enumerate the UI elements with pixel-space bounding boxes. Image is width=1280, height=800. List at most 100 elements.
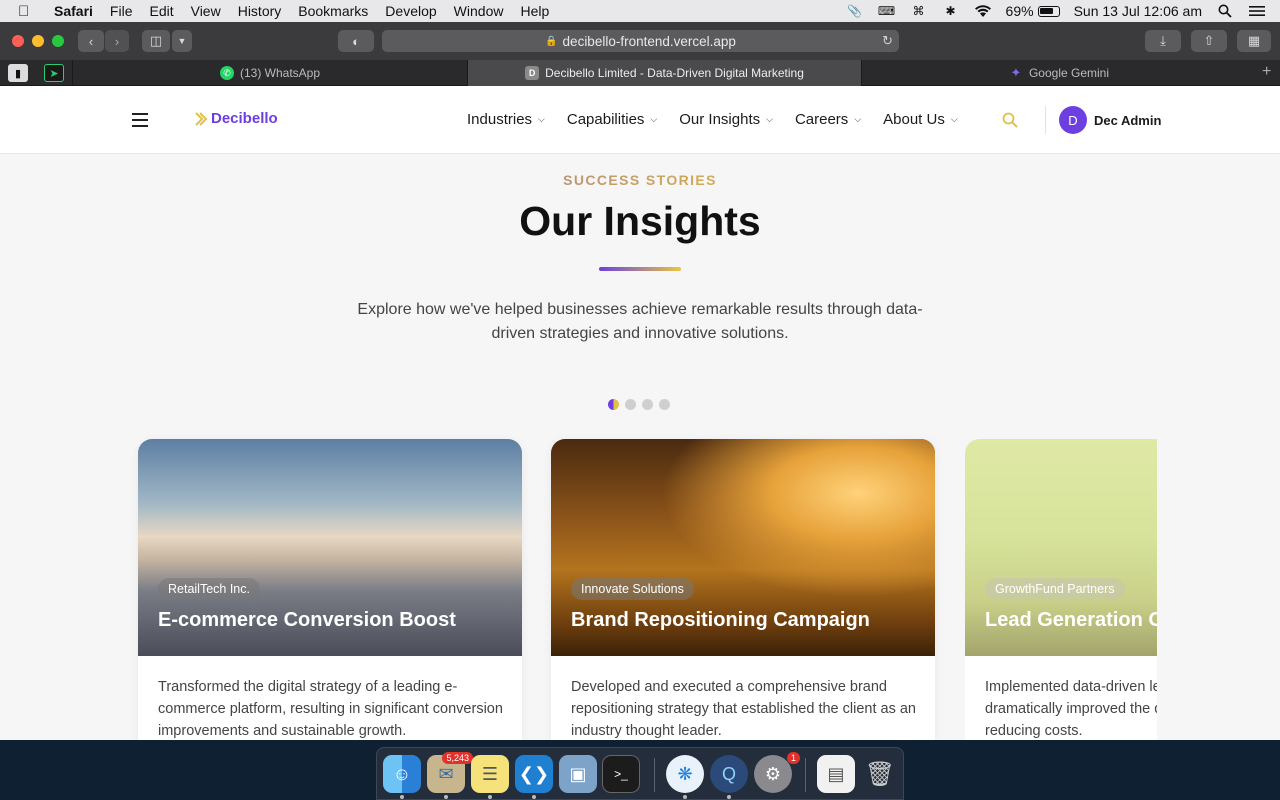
- carousel-dot-4[interactable]: [659, 399, 670, 410]
- command-icon[interactable]: ⌘: [910, 3, 928, 19]
- zoom-window-button[interactable]: [52, 35, 64, 47]
- menu-window[interactable]: Window: [454, 3, 504, 19]
- case-study-card[interactable]: Innovate Solutions Brand Repositioning C…: [551, 439, 935, 740]
- paperclip-icon[interactable]: 📎: [846, 3, 864, 19]
- reload-icon[interactable]: ↻: [882, 33, 893, 49]
- nav-label: Careers: [794, 111, 849, 128]
- tab-decibello[interactable]: D Decibello Limited - Data-Driven Digita…: [467, 60, 861, 86]
- carousel-pagination: [608, 399, 670, 410]
- gemini-icon: ✦: [1010, 65, 1022, 80]
- macos-menu-bar:  Safari File Edit View History Bookmark…: [0, 0, 1280, 22]
- tab-overview-icon[interactable]: ▦: [1237, 30, 1271, 52]
- pinned-tab-bolt-icon[interactable]: ➤: [44, 64, 64, 82]
- preview-icon[interactable]: ▣: [559, 755, 597, 793]
- tab-label: Google Gemini: [1028, 66, 1110, 80]
- card-client-tag: RetailTech Inc.: [158, 578, 260, 600]
- title-underline: [599, 267, 681, 271]
- vscode-icon[interactable]: ❮❯: [515, 755, 553, 793]
- menu-file[interactable]: File: [110, 3, 133, 19]
- close-window-button[interactable]: [12, 35, 24, 47]
- dock-separator: [654, 758, 655, 792]
- apple-menu-icon[interactable]: : [18, 3, 38, 20]
- carousel-dot-1[interactable]: [608, 399, 619, 410]
- back-button[interactable]: ‹: [78, 30, 104, 52]
- chevron-down-icon: ⌵: [950, 114, 958, 124]
- section-description: Explore how we've helped businesses achi…: [357, 301, 923, 342]
- new-tab-icon[interactable]: +: [1262, 63, 1271, 81]
- nav-label: About Us: [883, 111, 945, 128]
- running-indicator: [532, 795, 536, 799]
- page-title: Our Insights: [519, 198, 761, 244]
- pinned-tab-notion-icon[interactable]: ▮: [8, 64, 28, 82]
- menu-help[interactable]: Help: [520, 3, 549, 19]
- finder-icon[interactable]: ☺: [383, 755, 421, 793]
- nav-industries[interactable]: Industries ⌵: [467, 111, 545, 128]
- nav-careers[interactable]: Careers ⌵: [795, 111, 861, 128]
- case-study-card[interactable]: GrowthFund Partners Lead Generation Opti…: [965, 439, 1157, 740]
- bluetooth-icon[interactable]: ✱: [942, 3, 960, 19]
- nav-capabilities[interactable]: Capabilities ⌵: [567, 111, 657, 128]
- carousel-dot-2[interactable]: [625, 399, 636, 410]
- quicktime-icon[interactable]: Q: [710, 755, 748, 793]
- card-client-tag: Innovate Solutions: [571, 578, 694, 600]
- card-description: Transformed the digital strategy of a le…: [158, 679, 503, 739]
- logo-text: Decibello: [211, 110, 278, 127]
- menu-clock[interactable]: Sun 13 Jul 12:06 am: [1074, 3, 1202, 19]
- url-text: decibello-frontend.vercel.app: [562, 33, 736, 49]
- user-avatar[interactable]: D: [1059, 106, 1087, 134]
- menu-view[interactable]: View: [191, 3, 221, 19]
- system-preferences-gear-icon[interactable]: ⚙ 1: [754, 752, 800, 793]
- spotlight-search-icon[interactable]: [1216, 3, 1234, 19]
- documents-stack-icon[interactable]: ▤: [817, 755, 855, 793]
- user-name[interactable]: Dec Admin: [1094, 113, 1161, 128]
- tab-label: Decibello Limited - Data-Driven Digital …: [545, 66, 804, 80]
- search-icon[interactable]: [1002, 112, 1018, 128]
- share-icon[interactable]: ⇧: [1191, 30, 1227, 52]
- running-indicator: [727, 795, 731, 799]
- tab-label: (13) WhatsApp: [239, 66, 321, 80]
- battery-status[interactable]: 69%: [1006, 3, 1060, 19]
- card-title: E-commerce Conversion Boost: [158, 609, 456, 631]
- sidebar-toggle-icon[interactable]: ◫: [142, 30, 170, 52]
- case-study-card[interactable]: RetailTech Inc. E-commerce Conversion Bo…: [138, 439, 522, 740]
- tab-whatsapp[interactable]: ✆ (13) WhatsApp: [72, 60, 467, 86]
- wifi-icon[interactable]: [974, 3, 992, 19]
- menu-app-name[interactable]: Safari: [54, 3, 93, 19]
- mail-stamp-icon[interactable]: ✉ 5,243: [427, 752, 473, 793]
- menu-bookmarks[interactable]: Bookmarks: [298, 3, 368, 19]
- card-title: Brand Repositioning Campaign: [571, 609, 870, 631]
- control-center-icon[interactable]: [1248, 3, 1266, 19]
- header-divider: [1045, 106, 1046, 134]
- privacy-shield-icon[interactable]: ◐: [338, 30, 374, 52]
- minimize-window-button[interactable]: [32, 35, 44, 47]
- menu-develop[interactable]: Develop: [385, 3, 436, 19]
- battery-icon: [1037, 5, 1060, 17]
- nav-about-us[interactable]: About Us ⌵: [883, 111, 958, 128]
- notes-icon[interactable]: ☰: [471, 755, 509, 793]
- decibello-favicon: D: [525, 66, 540, 80]
- carousel-dot-3[interactable]: [642, 399, 653, 410]
- trash-icon[interactable]: 🗑: [861, 755, 899, 793]
- nav-label: Our Insights: [679, 111, 761, 128]
- forward-button[interactable]: ›: [105, 30, 129, 52]
- nav-label: Capabilities: [566, 111, 645, 128]
- card-client-tag: GrowthFund Partners: [985, 578, 1125, 600]
- address-bar[interactable]: 🔒 decibello-frontend.vercel.app ↻: [382, 30, 899, 52]
- chevron-down-icon[interactable]: ▼: [172, 30, 192, 52]
- downloads-icon[interactable]: ⤓: [1145, 30, 1181, 52]
- site-logo[interactable]: Decibello: [194, 110, 278, 127]
- site-header: Decibello Industries ⌵ Capabilities ⌵ Our …: [0, 86, 1280, 154]
- keyboard-icon[interactable]: ⌨: [878, 3, 896, 19]
- tab-gemini[interactable]: ✦ Google Gemini: [861, 60, 1256, 86]
- card-description: Developed and executed a comprehensive b…: [571, 679, 916, 739]
- terminal-icon[interactable]: >_: [602, 755, 640, 793]
- hamburger-menu-icon[interactable]: [132, 113, 148, 127]
- battery-percent: 69%: [1005, 3, 1034, 19]
- mail-badge: 5,243: [442, 752, 473, 764]
- safari-compass-icon[interactable]: ❋: [666, 755, 704, 793]
- menu-history[interactable]: History: [238, 3, 282, 19]
- whatsapp-icon: ✆: [219, 66, 234, 80]
- chevron-down-icon: ⌵: [766, 114, 773, 124]
- menu-edit[interactable]: Edit: [149, 3, 173, 19]
- nav-our-insights[interactable]: Our Insights ⌵: [679, 111, 773, 128]
